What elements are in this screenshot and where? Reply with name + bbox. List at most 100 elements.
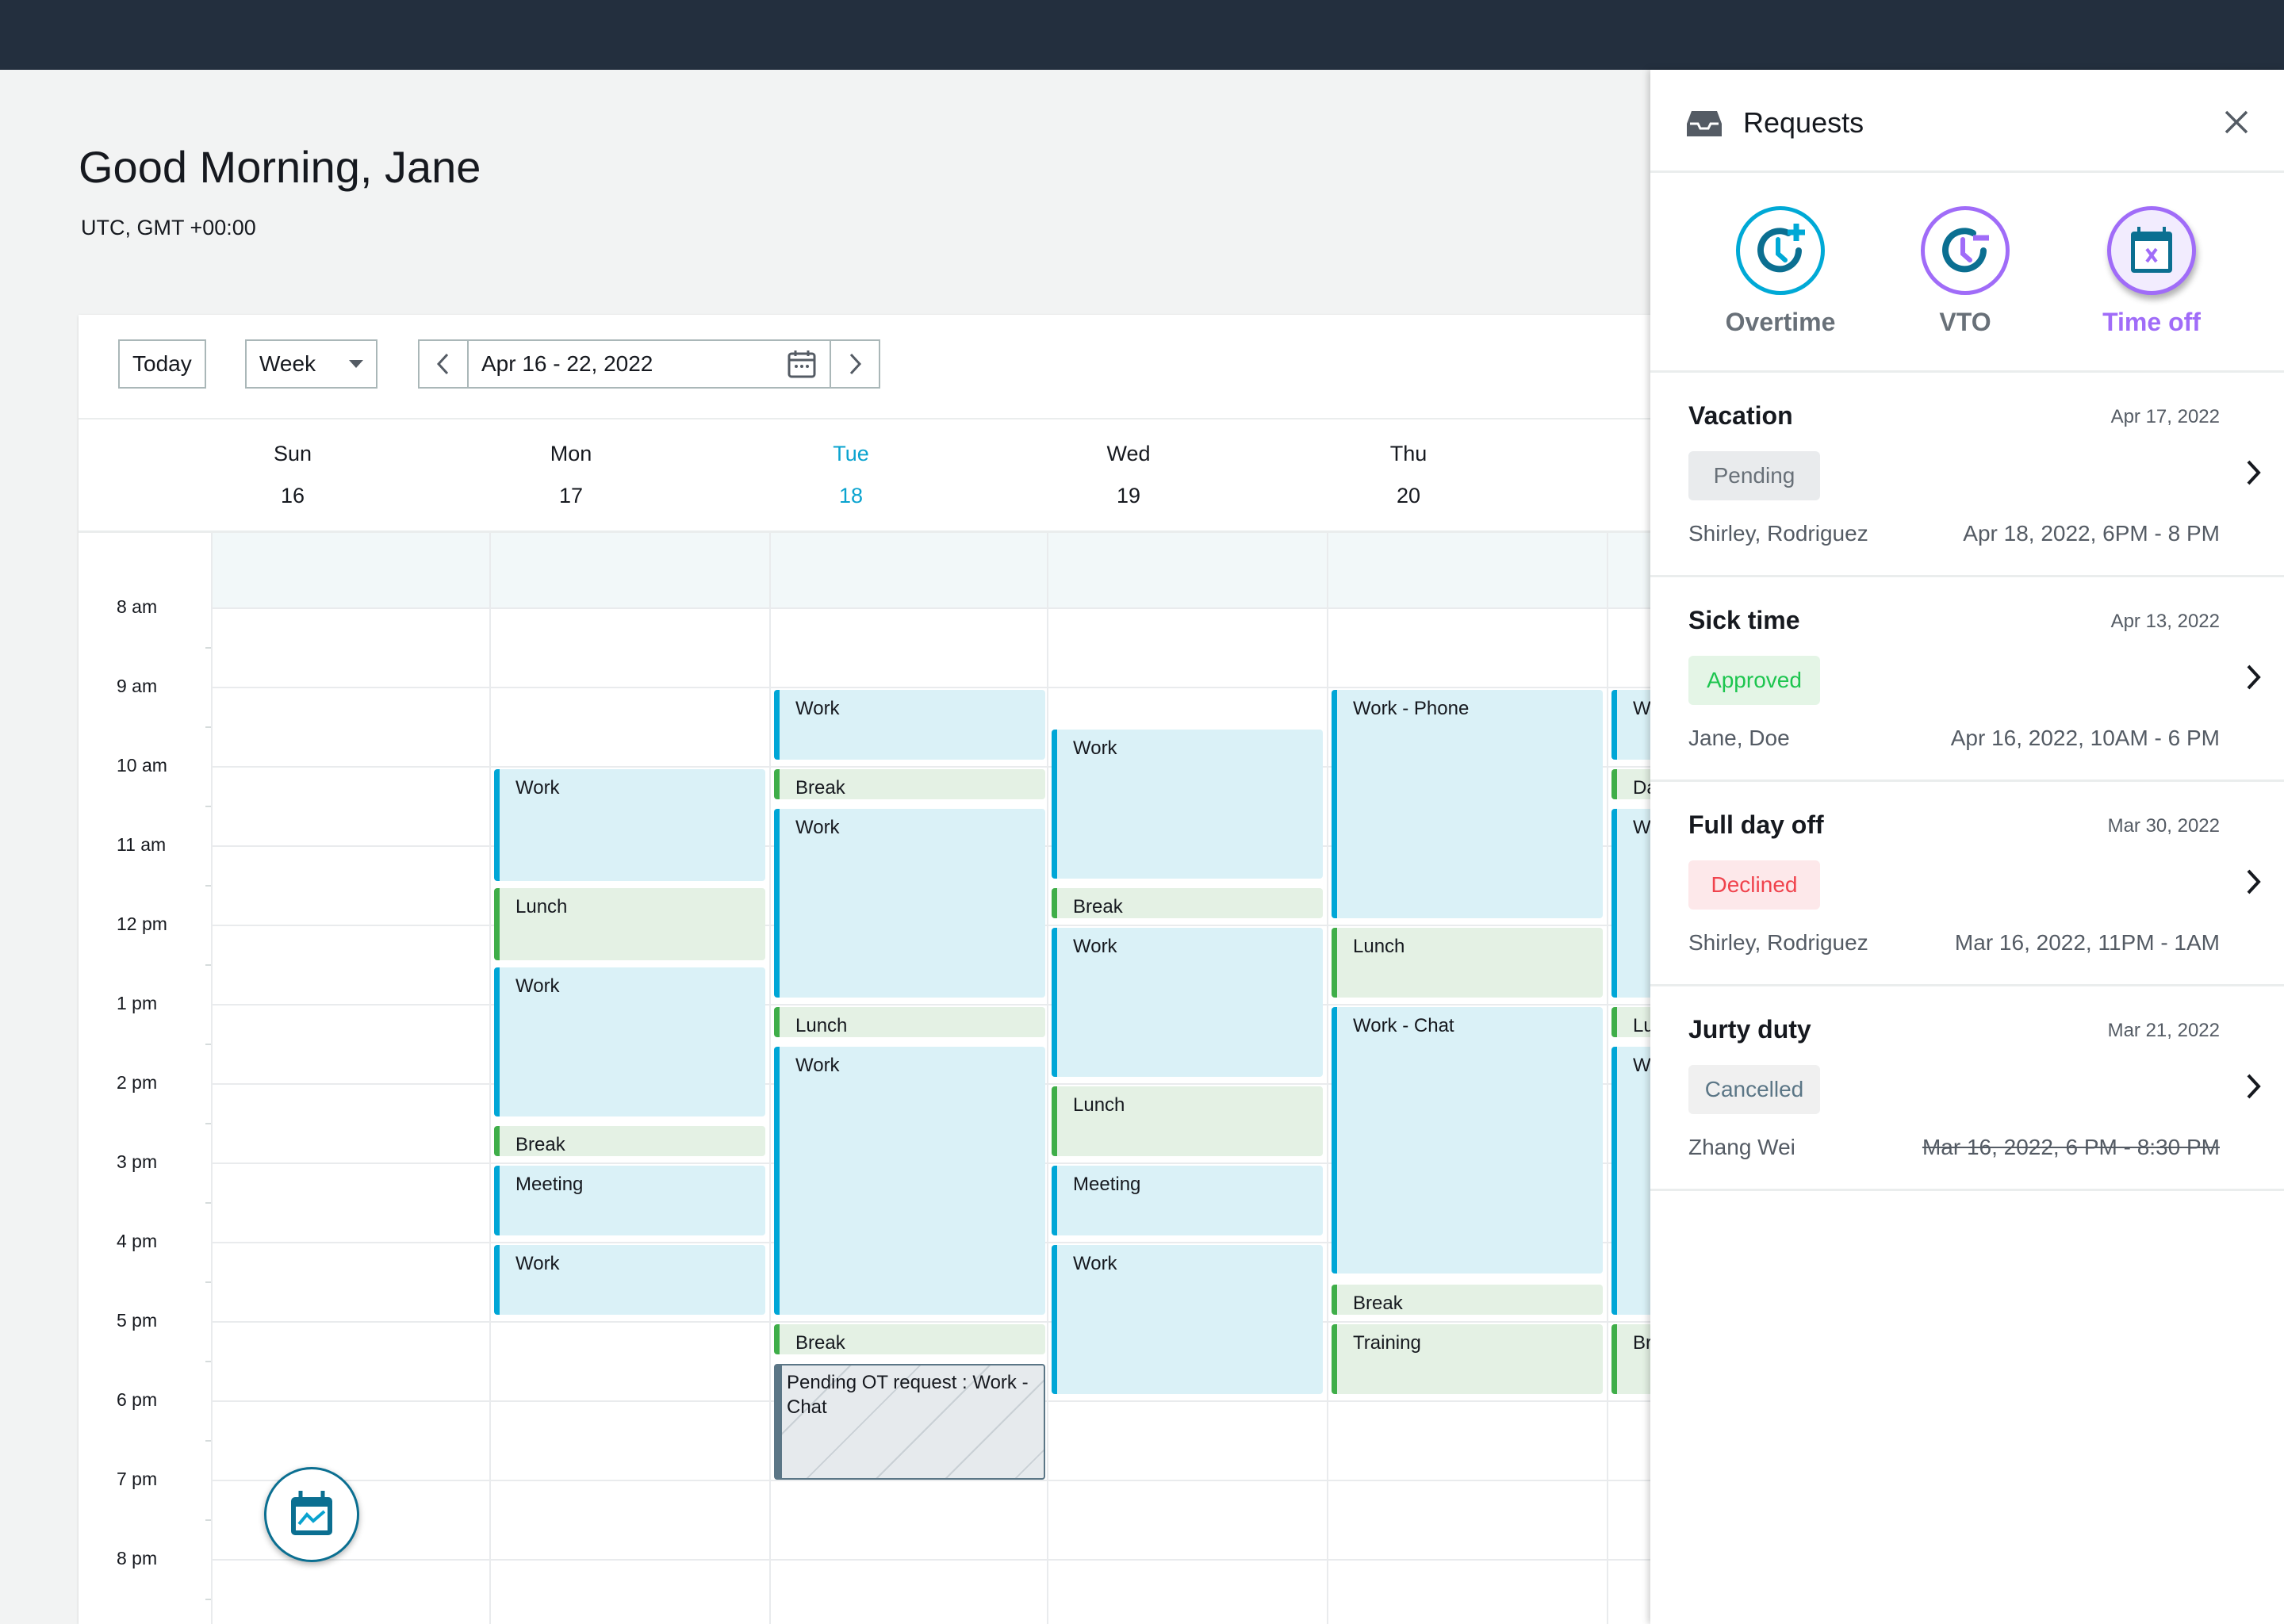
- request-item[interactable]: Jurty duty Mar 21, 2022 Cancelled Zhang Wei…: [1650, 986, 2284, 1191]
- request-title: Sick time: [1688, 606, 1800, 634]
- top-nav-bar: [0, 0, 2284, 70]
- tile-label: Overtime: [1725, 308, 1836, 336]
- day-column-divider: [489, 533, 491, 1624]
- shift-event-work[interactable]: Meeting: [1052, 1166, 1323, 1235]
- request-time-range: Mar 16, 2022, 6 PM - 8:30 PM: [1922, 1135, 2220, 1159]
- day-number: 17: [558, 484, 584, 508]
- time-label: 3 pm: [117, 1151, 158, 1172]
- day-number: 19: [1116, 484, 1141, 508]
- shift-event-work[interactable]: Work: [494, 967, 765, 1116]
- calendar-chart-icon: [291, 1491, 332, 1535]
- shift-event-break[interactable]: Break: [494, 1126, 765, 1156]
- day-number: 18: [838, 484, 864, 508]
- inbox-icon: [1687, 111, 1722, 136]
- shift-event-work[interactable]: Work: [774, 1047, 1045, 1315]
- next-week-button[interactable]: [830, 341, 879, 387]
- tile-vto[interactable]: VTO: [1886, 206, 2044, 337]
- time-label: 12 pm: [117, 914, 167, 934]
- requests-panel-title: Requests: [1743, 106, 1864, 139]
- shift-event-work[interactable]: Work: [1052, 1245, 1323, 1394]
- chevron-right-icon: [849, 353, 862, 375]
- time-label: 8 pm: [117, 1548, 158, 1568]
- requester-name: Shirley, Rodriguez: [1688, 930, 1868, 955]
- day-column-divider: [769, 533, 771, 1624]
- shift-event-break[interactable]: Lunch: [1052, 1086, 1323, 1156]
- day-header-tue[interactable]: Tue 18: [711, 442, 991, 508]
- day-number: 20: [1396, 484, 1421, 508]
- shift-event-work[interactable]: Work: [494, 769, 765, 881]
- shift-event-break[interactable]: Break: [774, 769, 1045, 799]
- shift-event-break[interactable]: Break: [1332, 1285, 1603, 1315]
- request-item[interactable]: Full day off Mar 30, 2022 Declined Shirley,…: [1650, 782, 2284, 986]
- shift-event-break[interactable]: Break: [1052, 888, 1323, 918]
- day-column-divider: [211, 533, 213, 1624]
- schedule-insights-button[interactable]: [264, 1467, 359, 1562]
- shift-event-break[interactable]: Lunch: [1332, 928, 1603, 998]
- tile-label: Time off: [2102, 308, 2201, 336]
- date-range-input[interactable]: Apr 16 - 22, 2022: [469, 341, 830, 387]
- chevron-left-icon: [436, 353, 449, 375]
- request-submitted-date: Apr 13, 2022: [2110, 611, 2220, 632]
- request-type-tiles: Overtime VTO Time off: [1650, 173, 2284, 373]
- hour-gridline: [213, 1480, 1665, 1481]
- request-submitted-date: Mar 30, 2022: [2107, 815, 2220, 837]
- schedule-calendar: Today Week Apr 16 - 22, 2022 8 am 9 am 10 …: [79, 315, 1883, 1624]
- shift-event-break[interactable]: Training: [1332, 1324, 1603, 1394]
- day-header-mon[interactable]: Mon 17: [431, 442, 711, 508]
- status-badge: Approved: [1688, 656, 1820, 705]
- shift-event-work[interactable]: Work - Phone: [1332, 690, 1603, 918]
- hour-gridline: [213, 1559, 1665, 1561]
- chevron-right-icon[interactable]: [2244, 458, 2263, 487]
- request-submitted-date: Mar 21, 2022: [2107, 1020, 2220, 1041]
- view-select[interactable]: Week: [245, 339, 377, 389]
- time-label: 8 am: [117, 596, 158, 617]
- clock-plus-icon: [1736, 206, 1825, 295]
- day-header-sun[interactable]: Sun 16: [153, 442, 432, 508]
- chevron-right-icon[interactable]: [2244, 663, 2263, 691]
- shift-event-break[interactable]: Lunch: [774, 1007, 1045, 1037]
- hour-gridline: [213, 607, 1665, 609]
- day-column-divider: [1327, 533, 1328, 1624]
- status-badge: Declined: [1688, 860, 1820, 910]
- request-submitted-date: Apr 17, 2022: [2110, 406, 2220, 427]
- shift-event-work[interactable]: Work: [1052, 730, 1323, 879]
- date-range-picker: Apr 16 - 22, 2022: [418, 339, 880, 389]
- time-label: 6 pm: [117, 1389, 158, 1410]
- shift-event-work[interactable]: Work - Chat: [1332, 1007, 1603, 1274]
- chevron-right-icon[interactable]: [2244, 868, 2263, 896]
- request-time-range: Apr 18, 2022, 6PM - 8 PM: [1963, 521, 2220, 546]
- request-item[interactable]: Sick time Apr 13, 2022 Approved Jane, Doe Ap…: [1650, 577, 2284, 782]
- tile-time-off[interactable]: Time off: [2072, 206, 2231, 337]
- today-button[interactable]: Today: [118, 339, 206, 389]
- date-range-value: Apr 16 - 22, 2022: [481, 351, 653, 376]
- time-label: 4 pm: [117, 1231, 158, 1251]
- tile-label: VTO: [1939, 308, 1991, 336]
- requests-panel: Requests Overtime VTO Time off Vacation A…: [1650, 70, 2284, 1624]
- previous-week-button[interactable]: [420, 341, 469, 387]
- shift-event-break[interactable]: Lunch: [494, 888, 765, 960]
- hour-gridline: [213, 1004, 1665, 1005]
- shift-event-work[interactable]: Work: [774, 690, 1045, 760]
- day-number: 16: [280, 484, 305, 508]
- requester-name: Shirley, Rodriguez: [1688, 521, 1868, 546]
- request-item[interactable]: Vacation Apr 17, 2022 Pending Shirley, Rodr…: [1650, 373, 2284, 577]
- calendar-icon[interactable]: [787, 349, 817, 379]
- caret-down-icon: [349, 360, 363, 368]
- shift-event-work[interactable]: Work: [1052, 928, 1323, 1077]
- time-label: 1 pm: [117, 993, 158, 1013]
- close-icon[interactable]: [2224, 109, 2249, 135]
- timezone-label: UTC, GMT +00:00: [81, 216, 256, 239]
- day-header-wed[interactable]: Wed 19: [989, 442, 1268, 508]
- shift-event-work[interactable]: Work: [774, 809, 1045, 998]
- day-header-thu[interactable]: Thu 20: [1269, 442, 1548, 508]
- chevron-right-icon[interactable]: [2244, 1072, 2263, 1101]
- requester-name: Zhang Wei: [1688, 1135, 1795, 1159]
- shift-event-break[interactable]: Break: [774, 1324, 1045, 1354]
- pending-ot-request-event[interactable]: Pending OT request : Work - Chat: [774, 1364, 1045, 1480]
- request-time-range: Apr 16, 2022, 10AM - 6 PM: [1950, 726, 2220, 750]
- shift-event-work[interactable]: Work: [494, 1245, 765, 1315]
- day-name: Sun: [273, 442, 312, 465]
- tile-overtime[interactable]: Overtime: [1701, 206, 1860, 337]
- shift-event-work[interactable]: Meeting: [494, 1166, 765, 1235]
- clock-minus-icon: [1921, 206, 2010, 295]
